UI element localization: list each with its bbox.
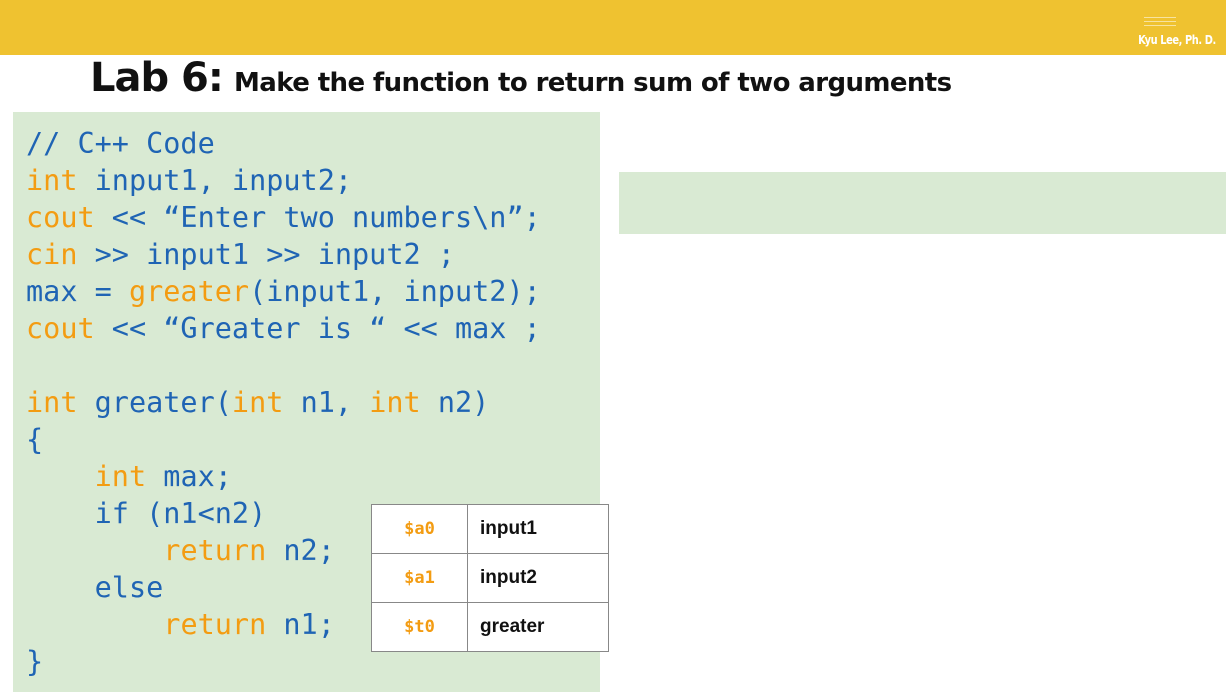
code-text: >> input1 >> input2 ; xyxy=(77,238,455,271)
code-keyword: return xyxy=(163,534,267,567)
code-text: n1; xyxy=(266,608,335,641)
code-line: { xyxy=(26,421,541,458)
menu-lines-icon xyxy=(1144,17,1176,27)
code-keyword: int xyxy=(26,164,78,197)
code-line: max = greater(input1, input2); xyxy=(26,273,541,310)
code-text: input1, input2; xyxy=(77,164,353,197)
answer-box xyxy=(619,172,1226,234)
code-keyword: cin xyxy=(26,238,78,271)
register-table: $a0 input1 $a1 input2 $t0 greater xyxy=(371,504,609,652)
code-keyword: int xyxy=(26,386,78,419)
code-line: cout << “Greater is “ << max ; xyxy=(26,310,541,347)
code-line: int greater(int n1, int n2) xyxy=(26,384,541,421)
code-text: n2; xyxy=(266,534,335,567)
code-text: // C++ Code xyxy=(26,127,215,160)
register-name: $a1 xyxy=(371,553,468,603)
code-keyword: int xyxy=(94,460,147,493)
code-text: << “Greater is “ << max ; xyxy=(94,312,541,345)
code-line: cout << “Enter two numbers\n”; xyxy=(26,199,541,236)
code-line: int max; xyxy=(26,458,541,495)
code-text: { xyxy=(26,423,44,456)
code-text: n1, xyxy=(283,386,370,419)
code-line: int input1, input2; xyxy=(26,162,541,199)
register-name: $a0 xyxy=(371,504,468,554)
register-row: $a1 input2 xyxy=(371,553,609,603)
header-bar: Kyu Lee, Ph. D. xyxy=(0,0,1226,55)
code-line: cin >> input1 >> input2 ; xyxy=(26,236,541,273)
variable-name: input2 xyxy=(467,553,609,603)
code-text: greater( xyxy=(77,386,232,419)
code-text: << “Enter two numbers\n”; xyxy=(94,201,541,234)
slide-title-lab: Lab 6: xyxy=(90,55,224,101)
code-text: max = xyxy=(26,275,129,308)
code-keyword: cout xyxy=(26,312,95,345)
register-row: $a0 input1 xyxy=(371,504,609,554)
variable-name: greater xyxy=(467,602,609,652)
variable-name: input1 xyxy=(467,504,609,554)
register-row: $t0 greater xyxy=(371,602,609,652)
author-name: Kyu Lee, Ph. D. xyxy=(1138,33,1216,47)
code-text: max; xyxy=(146,460,232,493)
code-line: // C++ Code xyxy=(26,125,541,162)
code-text: } xyxy=(26,645,44,678)
code-keyword: int xyxy=(369,386,421,419)
code-keyword: return xyxy=(163,608,267,641)
slide-title-text: Make the function to return sum of two a… xyxy=(234,68,952,98)
code-keyword: cout xyxy=(26,201,95,234)
register-name: $t0 xyxy=(371,602,468,652)
code-text: else xyxy=(26,571,164,604)
slide-title: Lab 6: Make the function to return sum o… xyxy=(90,54,952,107)
code-text: (input1, input2); xyxy=(249,275,541,308)
code-text: n2) xyxy=(420,386,490,419)
code-text: if (n1<n2) xyxy=(26,497,267,530)
code-keyword: greater xyxy=(128,275,250,308)
code-keyword: int xyxy=(231,386,284,419)
